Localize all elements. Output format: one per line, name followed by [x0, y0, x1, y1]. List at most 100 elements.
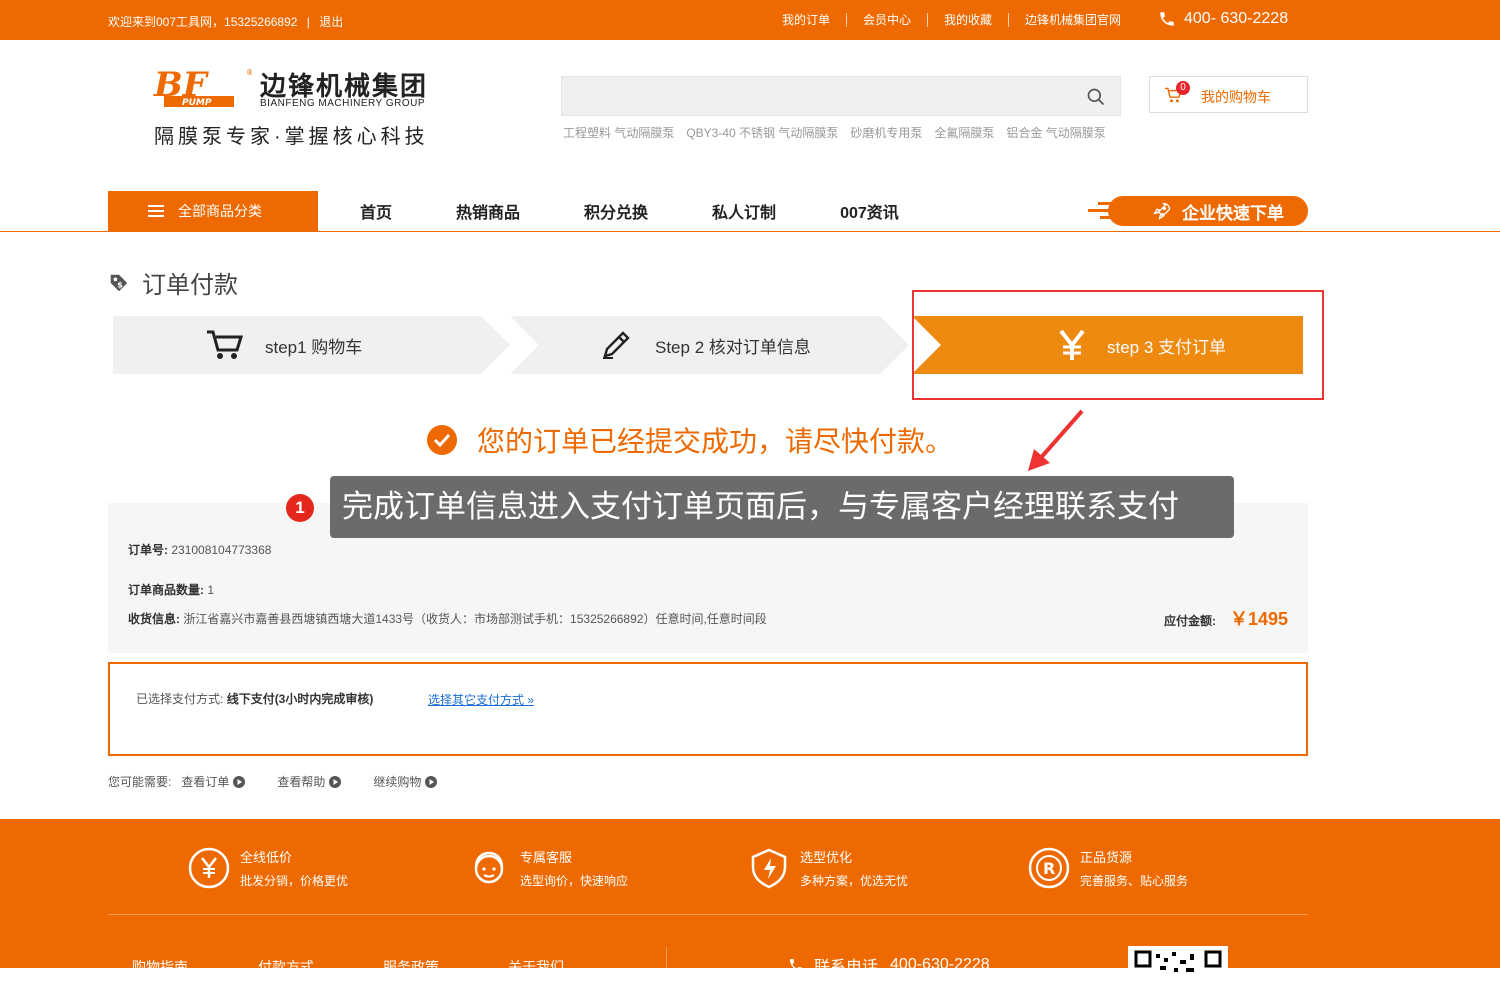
page-title-text: 订单付款 [142, 272, 238, 299]
continue-shopping-link[interactable]: 继续购物 [373, 773, 438, 790]
logo-name-en: BIANFENG MACHINERY GROUP [260, 98, 425, 109]
nav-item-news[interactable]: 007资讯 [840, 199, 899, 223]
footer-phone: 联系电话 400-630-2228 [788, 953, 990, 977]
feature-title: 全线低价 [240, 850, 293, 865]
logout-link[interactable]: 退出 [319, 15, 343, 29]
all-categories-button[interactable]: 全部商品分类 [108, 191, 318, 231]
hotword-link[interactable]: 工程塑料 气动隔膜泵 [563, 124, 674, 141]
menu-icon [148, 205, 164, 217]
play-circle-icon [425, 775, 438, 788]
amount-label: 应付金额: [1163, 613, 1216, 628]
maybe-need-label: 您可能需要: [108, 775, 172, 789]
svg-text:R: R [1043, 859, 1055, 878]
feature-title: 专属客服 [520, 850, 573, 865]
footer-vertical-divider [666, 947, 667, 977]
feature-desc: 完善服务、贴心服务 [1080, 874, 1189, 888]
step-2-verify: Step 2 核对订单信息 [599, 316, 811, 374]
annotation-arrow-icon [1028, 409, 1084, 471]
search-icon[interactable] [1086, 87, 1106, 107]
top-phone-number: 400- 630-2228 [1184, 10, 1289, 27]
nav-item-hot[interactable]: 热销商品 [456, 199, 520, 223]
pencil-icon [603, 331, 630, 359]
check-circle-icon [427, 425, 457, 455]
quick-order-label: 企业快速下单 [1182, 203, 1284, 223]
top-phone: 400- 630-2228 [1158, 10, 1288, 28]
continue-shopping-label: 继续购物 [373, 775, 422, 789]
order-qty-value: 1 [207, 583, 215, 597]
footer-link-guide[interactable]: 购物指南 [132, 957, 188, 977]
svg-text:$: $ [117, 279, 123, 289]
footer-link-about[interactable]: 关于我们 [508, 957, 564, 977]
play-circle-icon [233, 775, 246, 788]
top-link-my-orders[interactable]: 我的订单 [782, 13, 846, 27]
nav-items: 首页 热销商品 积分兑换 私人订制 007资讯 [360, 191, 963, 231]
search-input[interactable] [562, 77, 1062, 115]
lightning-shield-icon [751, 848, 787, 889]
feature-title: 正品货源 [1080, 850, 1133, 865]
logo-mark-sub: PUMP [182, 98, 212, 108]
payment-method-box: 已选择支付方式: 线下支付(3小时内完成审核) 选择其它支付方式 » [108, 662, 1308, 756]
annotation-number-badge: 1 [286, 494, 314, 522]
quick-order-button[interactable]: 企业快速下单 [1108, 196, 1308, 226]
footer-divider [108, 914, 1308, 915]
footer-link-service[interactable]: 服务政策 [383, 957, 439, 977]
hotword-link[interactable]: 铝合金 气动隔膜泵 [1006, 124, 1105, 141]
top-link-official-site[interactable]: 边锋机械集团官网 [1008, 13, 1137, 27]
nav-item-custom[interactable]: 私人订制 [712, 199, 776, 223]
top-links: 我的订单 会员中心 我的收藏 边锋机械集团官网 [782, 13, 1137, 27]
view-order-label: 查看订单 [181, 775, 230, 789]
hotword-link[interactable]: 全氟隔膜泵 [934, 124, 994, 141]
success-text: 您的订单已经提交成功，请尽快付款。 [477, 426, 954, 457]
top-link-favorites[interactable]: 我的收藏 [927, 13, 1008, 27]
welcome-separator: | [306, 15, 310, 29]
order-number-label: 订单号: [128, 543, 168, 557]
success-message: 您的订单已经提交成功，请尽快付款。 [427, 420, 953, 460]
payment-selected: 已选择支付方式: 线下支付(3小时内完成审核) [136, 690, 373, 707]
top-link-member-center[interactable]: 会员中心 [846, 13, 927, 27]
site-logo[interactable]: BF PUMP ® 边锋机械集团 BIANFENG MACHINERY GROU… [152, 64, 442, 149]
step-2-label: Step 2 核对订单信息 [655, 337, 811, 357]
highlight-box [912, 290, 1324, 400]
registered-icon: R [1028, 847, 1070, 889]
rocket-icon [1153, 202, 1171, 220]
play-circle-icon [329, 775, 342, 788]
maybe-need-links: 您可能需要: 查看订单 查看帮助 继续购物 [108, 773, 459, 790]
feature-desc: 批发分销，价格更优 [240, 874, 349, 888]
feature-customer-service: 专属客服 选型询价，快速响应 [468, 847, 628, 889]
footer-phone-number: 400-630-2228 [890, 956, 990, 973]
customer-service-icon [474, 851, 504, 884]
payment-method-name: 线下支付(3小时内完成审核) [226, 692, 374, 706]
cart-button[interactable]: 0 我的购物车 [1149, 76, 1308, 113]
view-help-label: 查看帮助 [277, 775, 326, 789]
footer-link-payment[interactable]: 付款方式 [258, 957, 314, 977]
hot-search-words: 工程塑料 气动隔膜泵 QBY3-40 不锈钢 气动隔膜泵 砂磨机专用泵 全氟隔膜… [563, 124, 1106, 141]
order-address-value: 浙江省嘉兴市嘉善县西塘镇西塘大道1433号（收货人：市场部测试手机：153252… [183, 612, 767, 626]
order-number-value: 231008104773368 [171, 543, 272, 557]
view-help-link[interactable]: 查看帮助 [277, 773, 342, 790]
phone-icon [1160, 12, 1174, 26]
choose-other-payment-link[interactable]: 选择其它支付方式 » [428, 691, 534, 708]
hotword-link[interactable]: 砂磨机专用泵 [850, 124, 922, 141]
view-order-link[interactable]: 查看订单 [181, 773, 246, 790]
step-1-label: step1 购物车 [265, 337, 363, 357]
welcome-text: 欢迎来到007工具网，15325266892 [108, 15, 298, 29]
feature-low-price: 全线低价批发分销，价格更优 [188, 847, 348, 889]
welcome-area: 欢迎来到007工具网，15325266892 | 退出 [108, 13, 349, 30]
step-1-cart: step1 购物车 [205, 316, 362, 374]
main-nav: 全部商品分类 首页 热销商品 积分兑换 私人订制 007资讯 企业快速下单 [0, 191, 1500, 232]
logo-slogan: 隔膜泵专家·掌握核心科技 [154, 126, 429, 148]
search-bar[interactable] [561, 76, 1121, 116]
feature-title: 选型优化 [800, 850, 853, 865]
cart-label: 我的购物车 [1201, 89, 1271, 105]
order-amount: 应付金额: ￥1495 [1164, 605, 1288, 631]
bf-pump-logo-mark: BF PUMP ® [153, 66, 252, 108]
nav-item-points[interactable]: 积分兑换 [584, 199, 648, 223]
amount-value: ￥1495 [1229, 609, 1288, 629]
hotword-link[interactable]: QBY3-40 不锈钢 气动隔膜泵 [686, 124, 838, 141]
order-qty-row: 订单商品数量: 1 [128, 581, 214, 598]
nav-item-home[interactable]: 首页 [360, 199, 392, 223]
svg-text:®: ® [246, 68, 252, 77]
order-address-label: 收货信息: [128, 612, 180, 626]
yen-circle-icon [188, 847, 230, 889]
footer-phone-label: 联系电话 [814, 959, 879, 976]
